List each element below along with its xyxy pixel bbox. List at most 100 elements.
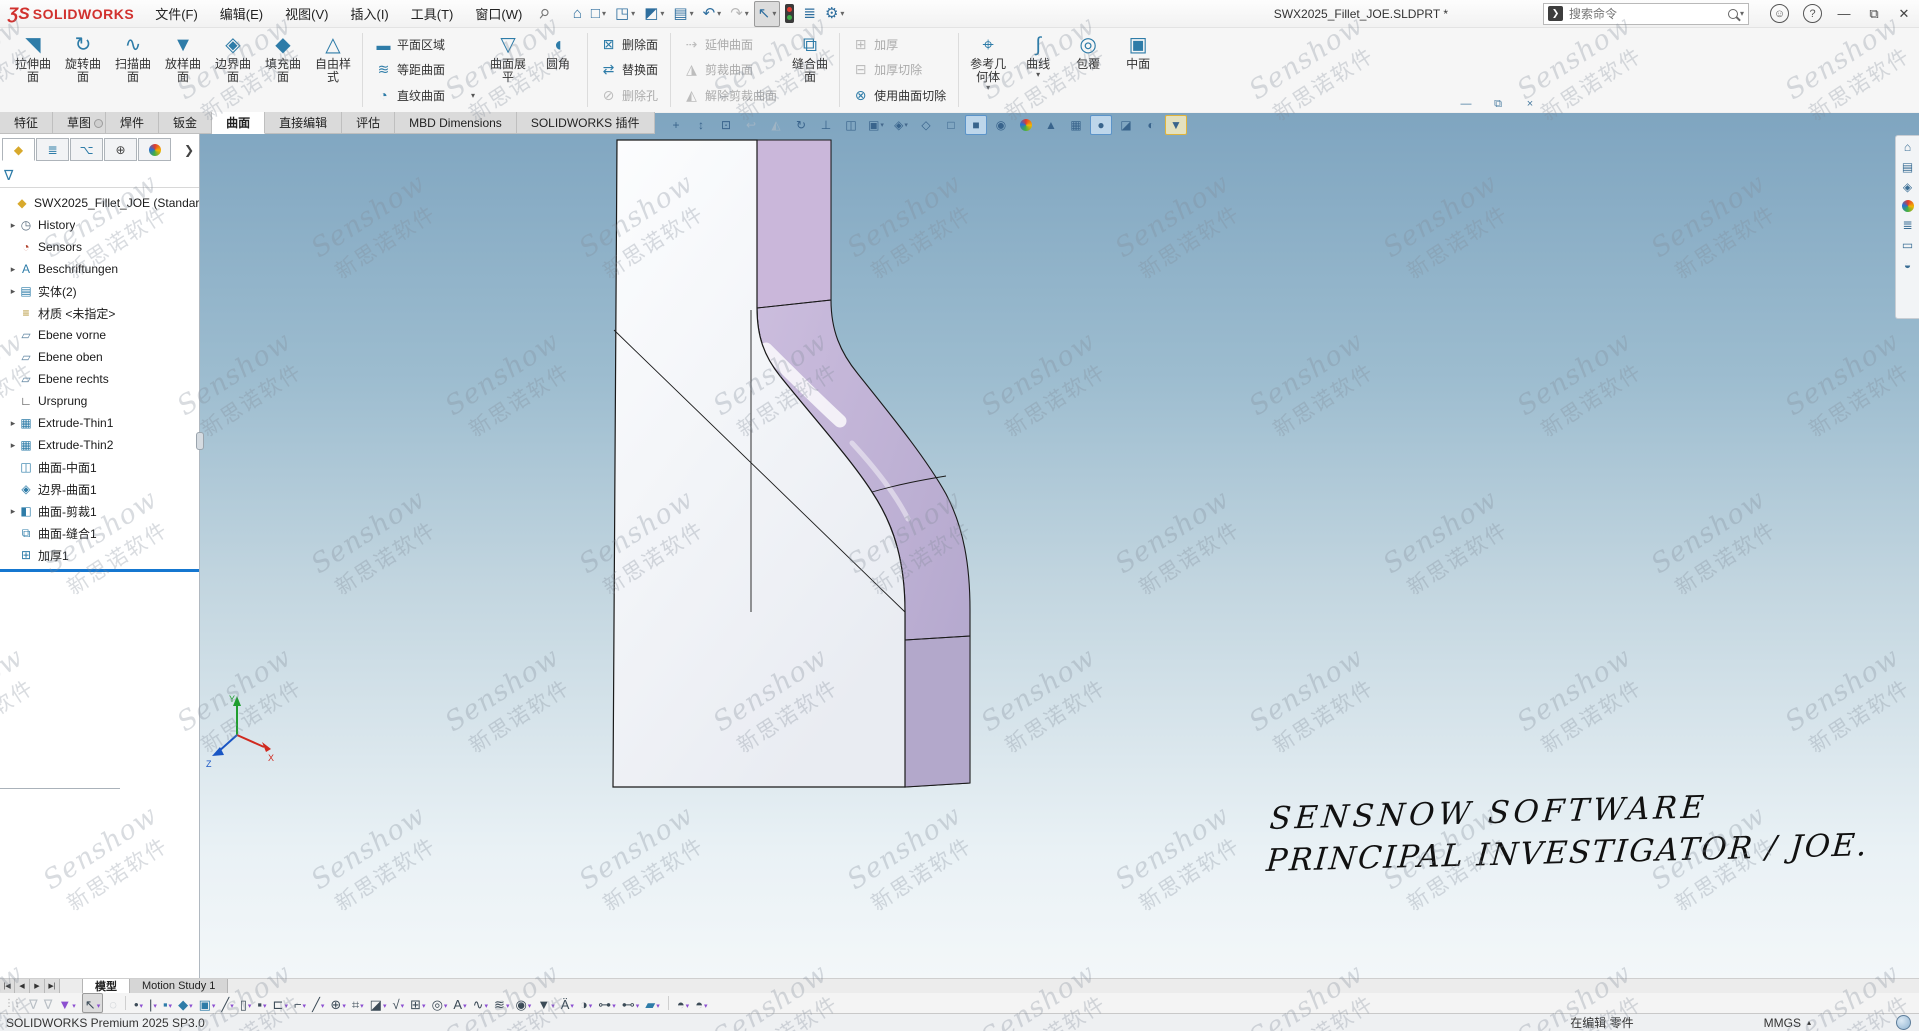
dropdown-icon[interactable]: ▾ xyxy=(528,1002,532,1012)
sketch-eraser-icon[interactable]: ◪▾ xyxy=(370,994,387,1012)
model-tab[interactable]: 模型 xyxy=(82,979,130,993)
dropdown-icon[interactable]: ▾ xyxy=(602,9,606,18)
dropdown-icon[interactable]: ▾ xyxy=(471,91,475,100)
ruled-surface-button[interactable]: ◔直纹曲面▾ xyxy=(369,83,481,108)
panel-splitter[interactable] xyxy=(196,432,204,450)
replace-face-button[interactable]: ⇄替换面 xyxy=(594,57,664,82)
filter-faces-icon[interactable]: ▼▾ xyxy=(58,994,75,1012)
undo-button[interactable]: ↶▾ xyxy=(699,1,726,27)
tree-item-extrude-thin1[interactable]: ▸▦Extrude-Thin1 xyxy=(0,412,199,434)
dropdown-icon[interactable]: ▾ xyxy=(444,1002,448,1012)
edit-appearance-icon[interactable] xyxy=(1015,115,1037,135)
restore-button[interactable]: ⧉ xyxy=(1859,1,1889,27)
close-button[interactable]: ✕ xyxy=(1889,1,1919,27)
tab-solidworks-插件[interactable]: SOLIDWORKS 插件 xyxy=(517,112,655,134)
configurationmanager-tab[interactable]: ⌥ xyxy=(70,138,103,161)
next-tab-button[interactable]: ▶ xyxy=(30,979,45,993)
sketch-panel-icon[interactable]: ▰▾ xyxy=(645,994,660,1012)
tab-焊件[interactable]: 焊件 xyxy=(106,112,159,134)
propertymanager-tab[interactable]: ≣ xyxy=(36,138,69,161)
revolved-surface-button[interactable]: ↻旋转曲面 xyxy=(58,30,108,110)
tab-钣金[interactable]: 钣金 xyxy=(159,112,212,134)
dimxpertmanager-tab[interactable]: ⊕ xyxy=(104,138,137,161)
tree-item-origin[interactable]: ∟Ursprung xyxy=(0,390,199,412)
ambient-occlusion-icon[interactable]: ◐ xyxy=(1140,115,1162,135)
sketch-small-rect-icon[interactable]: ▪▾ xyxy=(257,994,266,1012)
3d-views-icon[interactable]: ● xyxy=(1090,115,1112,135)
select-tool-button[interactable]: ↖▾ xyxy=(754,1,781,27)
dropdown-icon[interactable]: ▾ xyxy=(463,1002,467,1012)
dropdown-icon[interactable]: ▾ xyxy=(612,1002,616,1012)
knit-surface-button[interactable]: ⧉缝合曲面 xyxy=(785,30,835,110)
taskpane-resources-icon[interactable]: ▤ xyxy=(1902,160,1913,174)
tree-item-history[interactable]: ▸◷History xyxy=(0,214,199,236)
tree-item-boundary-surface1[interactable]: ◈边界-曲面1 xyxy=(0,478,199,500)
search-input[interactable] xyxy=(1567,6,1726,22)
tab-特征[interactable]: 特征 xyxy=(0,112,53,134)
rollback-bar[interactable] xyxy=(0,569,199,572)
dropdown-icon[interactable]: ▾ xyxy=(383,1002,387,1012)
view-settings-icon[interactable]: ▦ xyxy=(1065,115,1087,135)
home-button[interactable]: ⌂ xyxy=(569,1,586,27)
dropdown-icon[interactable]: ▾ xyxy=(169,1002,173,1012)
planar-surface-button[interactable]: ▬平面区域 xyxy=(369,32,481,57)
delete-face-button[interactable]: ⊠删除面 xyxy=(594,32,664,57)
dropdown-icon[interactable]: ▾ xyxy=(422,1002,426,1012)
sketch-contrast-ball-icon[interactable]: ◑▾ xyxy=(580,994,592,1012)
sketch-node-right-icon[interactable]: ⊷▾ xyxy=(622,994,640,1012)
dropdown-icon[interactable]: ▾ xyxy=(636,1002,640,1012)
isolate-icon[interactable]: ◪ xyxy=(1115,115,1137,135)
sketch-pencil-icon[interactable]: ▼ xyxy=(1165,115,1187,135)
open-button[interactable]: ◳▾ xyxy=(611,1,639,27)
dropdown-icon[interactable]: ▾ xyxy=(401,1002,405,1012)
dropdown-icon[interactable]: ▾ xyxy=(631,9,635,18)
freeform-button[interactable]: △自由样式 xyxy=(308,30,358,110)
pan-icon[interactable]: + xyxy=(665,115,687,135)
shaded-with-edges-icon[interactable]: ■ xyxy=(965,115,987,135)
doc-close-button[interactable]: × xyxy=(1519,96,1541,112)
boundary-surface-button[interactable]: ◈边界曲面 xyxy=(208,30,258,110)
dropdown-icon[interactable]: ▾ xyxy=(660,9,664,18)
displaymanager-tab[interactable] xyxy=(138,138,171,161)
mid-surface-button[interactable]: ▣中面 xyxy=(1113,30,1163,110)
dropdown-icon[interactable]: ▾ xyxy=(230,1002,234,1012)
normal-to-icon[interactable]: ⊥ xyxy=(815,115,837,135)
dropdown-icon[interactable]: ▾ xyxy=(1036,71,1040,78)
offset-surface-button[interactable]: ≋等距曲面 xyxy=(369,57,481,82)
dropdown-icon[interactable]: ▾ xyxy=(986,84,990,91)
sketch-line2-icon[interactable]: ╱▾ xyxy=(312,994,324,1012)
first-tab-button[interactable]: |◀ xyxy=(0,979,15,993)
dropdown-icon[interactable]: ▾ xyxy=(263,1002,267,1012)
dropdown-icon[interactable]: ▾ xyxy=(212,1002,216,1012)
motion-study-tab[interactable]: Motion Study 1 xyxy=(130,979,228,993)
sketch-note-a-icon[interactable]: Ä▾ xyxy=(561,994,574,1012)
sketch-point-icon[interactable]: •▾ xyxy=(134,994,143,1012)
menu-item-2[interactable]: 视图(V) xyxy=(274,0,339,27)
previous-tab-button[interactable]: ◀ xyxy=(15,979,30,993)
tree-item-thicken1[interactable]: ⊞加厚1 xyxy=(0,544,199,566)
pin-icon[interactable]: ⚲ xyxy=(535,4,553,22)
apply-scene-icon[interactable]: ▲ xyxy=(1040,115,1062,135)
sketch-line-icon[interactable]: |▾ xyxy=(149,994,157,1012)
options-list-button[interactable]: ≣ xyxy=(799,1,820,27)
search-icon[interactable] xyxy=(1728,9,1738,19)
display-style-icon[interactable]: ◈▾ xyxy=(890,115,912,135)
menu-item-0[interactable]: 文件(F) xyxy=(144,0,209,27)
lofted-surface-button[interactable]: ▼放样曲面 xyxy=(158,30,208,110)
graphics-area[interactable]: Y X Z ⊕+↕⊡↩◭↻⊥◫▣▾◈▾◇□■◉▲▦●◪◐▼ SENSNOW SO… xyxy=(200,113,1919,978)
dropdown-icon[interactable]: ▾ xyxy=(140,1002,144,1012)
print-button[interactable]: ▤▾ xyxy=(669,1,697,27)
help-icon[interactable]: ? xyxy=(1803,4,1822,23)
rotate-view-icon[interactable]: ↻ xyxy=(790,115,812,135)
panel-expand-icon[interactable]: ❯ xyxy=(184,143,194,157)
dropdown-icon[interactable]: ▾ xyxy=(904,121,908,129)
sketch-note-icon[interactable]: A▾ xyxy=(453,994,466,1012)
dropdown-icon[interactable]: ▾ xyxy=(772,9,776,18)
toolbar-grip[interactable]: ⋮⋮ xyxy=(4,998,20,1009)
sketch-slanted-line-icon[interactable]: ╱▾ xyxy=(221,994,233,1012)
tree-item-plane-top[interactable]: ▱Ebene oben xyxy=(0,346,199,368)
expand-arrow-icon[interactable]: ▸ xyxy=(8,506,18,517)
expand-arrow-icon[interactable]: ▸ xyxy=(8,418,18,429)
tree-item-material[interactable]: ≡材质 <未指定> xyxy=(0,302,199,324)
tab-曲面[interactable]: 曲面 xyxy=(212,112,265,134)
